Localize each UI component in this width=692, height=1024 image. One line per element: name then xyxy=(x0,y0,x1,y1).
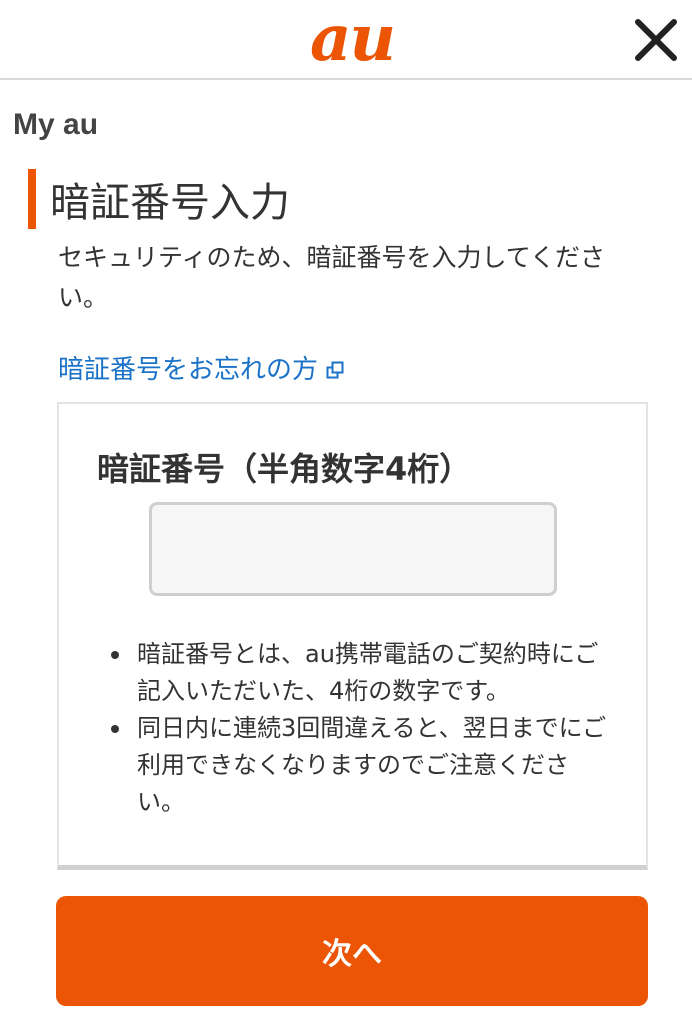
page-title-wrap: 暗証番号入力 xyxy=(28,168,290,230)
notes-list: 暗証番号とは、au携帯電話のご契約時にご記入いただいた、4桁の数字です。 同日内… xyxy=(107,636,607,821)
description-text: セキュリティのため、暗証番号を入力してください。 xyxy=(58,243,606,312)
forgot-pin-link-label: 暗証番号をお忘れの方 xyxy=(58,355,319,385)
note-item: 同日内に連続3回間違えると、翌日までにご利用できなくなりますのでご注意ください。 xyxy=(107,710,607,821)
header: au xyxy=(0,0,692,80)
page-title: 暗証番号入力 xyxy=(50,180,290,226)
section-label: My au xyxy=(13,108,99,141)
close-icon xyxy=(635,19,677,61)
next-button[interactable]: 次へ xyxy=(56,896,648,1006)
note-item: 暗証番号とは、au携帯電話のご契約時にご記入いただいた、4桁の数字です。 xyxy=(107,636,607,710)
note-text: 同日内に連続3回間違えると、翌日までにご利用できなくなりますのでご注意ください。 xyxy=(137,714,607,816)
pin-input[interactable] xyxy=(149,502,557,596)
bullet-icon xyxy=(111,725,119,733)
forgot-pin-link[interactable]: 暗証番号をお忘れの方 xyxy=(58,350,344,390)
title-accent-bar xyxy=(28,169,36,229)
bullet-icon xyxy=(111,651,119,659)
note-text: 暗証番号とは、au携帯電話のご契約時にご記入いただいた、4桁の数字です。 xyxy=(137,640,599,705)
pin-card: 暗証番号（半角数字4桁） 暗証番号とは、au携帯電話のご契約時にご記入いただいた… xyxy=(57,402,648,870)
external-link-icon xyxy=(326,361,344,379)
pin-field-label: 暗証番号（半角数字4桁） xyxy=(97,450,472,488)
close-button[interactable] xyxy=(630,14,682,66)
au-logo[interactable]: au xyxy=(294,7,410,71)
